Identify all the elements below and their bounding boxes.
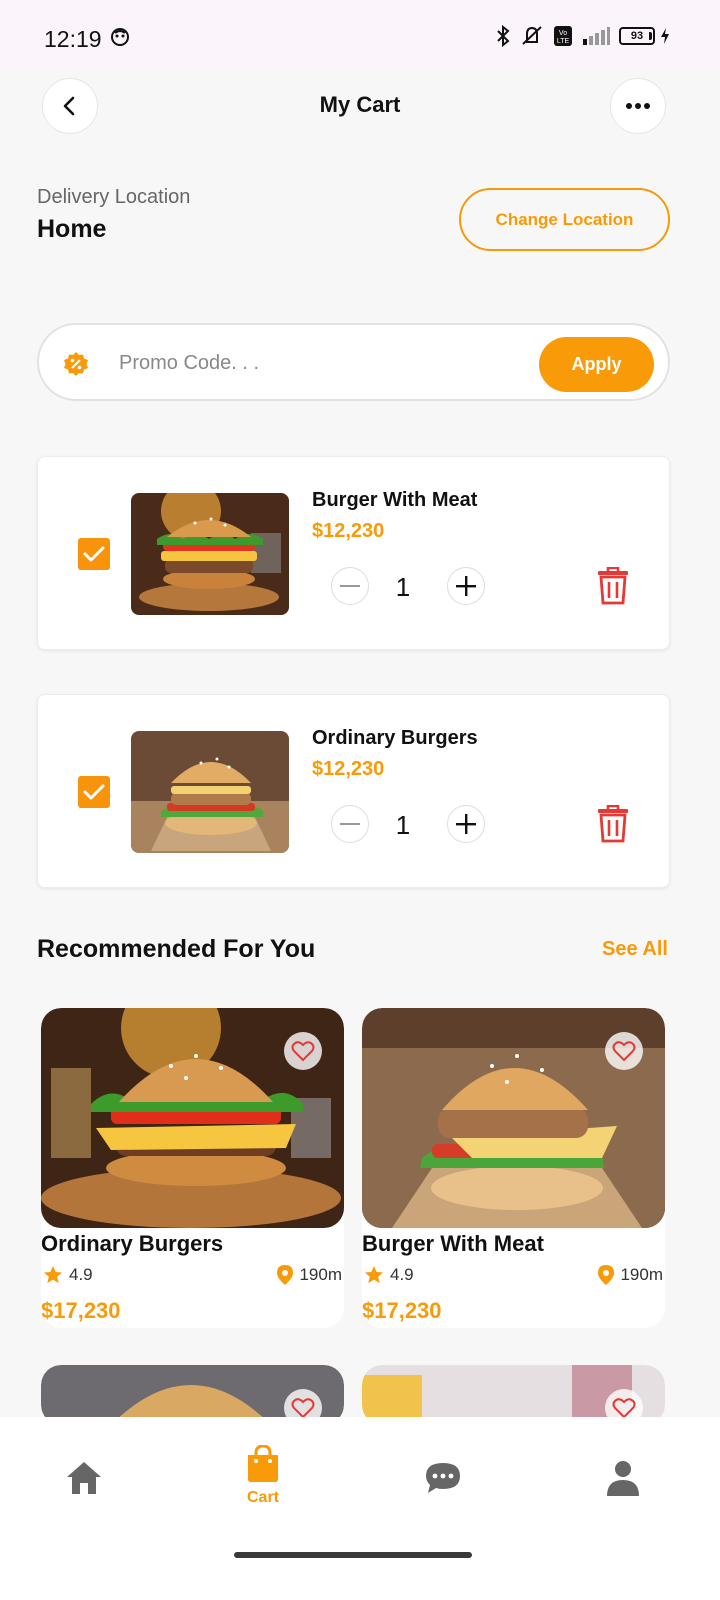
delivery-location-label: Delivery Location	[37, 186, 191, 208]
recommended-item-card[interactable]: Burger With Meat 4.9 190m $17,230	[362, 1008, 665, 1328]
minus-icon	[340, 585, 360, 587]
increase-quantity-button[interactable]	[447, 567, 485, 605]
recommended-item-card[interactable]	[41, 1365, 344, 1425]
change-location-button[interactable]: Change Location	[459, 188, 670, 251]
bluetooth-icon	[495, 24, 511, 48]
star-icon	[365, 1266, 383, 1283]
apply-button[interactable]: Apply	[539, 337, 654, 392]
favorite-button[interactable]	[605, 1032, 643, 1070]
cart-item-image	[131, 493, 289, 615]
heart-icon	[612, 1041, 636, 1062]
recommended-item-image	[362, 1365, 665, 1425]
charging-icon	[660, 24, 670, 48]
trash-icon	[598, 566, 628, 605]
nav-profile[interactable]	[573, 1459, 673, 1497]
bottom-navigation: Cart	[0, 1417, 720, 1600]
nav-cart[interactable]: Cart	[213, 1445, 313, 1507]
cart-item-image	[131, 731, 289, 853]
notification-icon	[110, 27, 130, 52]
nav-cart-label: Cart	[246, 1489, 279, 1506]
cart-item: Burger With Meat $12,230 1	[37, 456, 670, 650]
signal-icon	[581, 24, 611, 48]
cart-item: Ordinary Burgers $12,230 1	[37, 694, 670, 888]
rating-value: 4.9	[390, 1265, 414, 1284]
recommended-item-price: $17,230	[362, 1298, 442, 1323]
more-horizontal-icon	[626, 103, 650, 109]
chat-icon	[426, 1463, 460, 1493]
nav-messages[interactable]	[393, 1461, 493, 1495]
status-bar: 12:19 Vo LTE 93	[0, 0, 720, 68]
distance: 190m	[598, 1265, 663, 1285]
recommended-item-name: Ordinary Burgers	[41, 1231, 224, 1256]
recommended-item-price: $17,230	[41, 1298, 121, 1323]
increase-quantity-button[interactable]	[447, 805, 485, 843]
more-options-button[interactable]	[610, 78, 666, 134]
status-time: 12:19	[44, 26, 102, 52]
heart-icon	[291, 1398, 315, 1419]
distance-value: 190m	[620, 1265, 663, 1284]
rating-value: 4.9	[69, 1265, 93, 1284]
promo-code-bar: Apply	[37, 323, 670, 401]
recommended-item-card[interactable]: Ordinary Burgers 4.9 190m $17,230	[41, 1008, 344, 1328]
quantity-value: 1	[395, 810, 411, 840]
decrease-quantity-button[interactable]	[331, 805, 369, 843]
heart-icon	[612, 1398, 636, 1419]
discount-icon	[63, 351, 89, 382]
plus-icon	[456, 576, 476, 596]
rating: 4.9	[364, 1265, 414, 1285]
profile-icon	[607, 1461, 639, 1496]
see-all-link[interactable]: See All	[602, 938, 668, 961]
check-icon	[83, 546, 105, 562]
recommended-item-name: Burger With Meat	[362, 1231, 544, 1256]
minus-icon	[340, 823, 360, 825]
trash-icon	[598, 804, 628, 843]
recommended-item-image	[41, 1365, 344, 1425]
check-icon	[83, 784, 105, 800]
mute-icon	[519, 24, 545, 48]
cart-item-price: $12,230	[312, 758, 385, 780]
rating: 4.9	[43, 1265, 93, 1285]
battery-icon: 93	[619, 24, 655, 48]
decrease-quantity-button[interactable]	[331, 567, 369, 605]
cart-item-name: Burger With Meat	[312, 489, 478, 511]
delivery-location-value: Home	[37, 215, 107, 243]
recommended-item-image	[362, 1008, 665, 1228]
recommended-item-image	[41, 1008, 344, 1228]
cart-item-name: Ordinary Burgers	[312, 727, 478, 749]
cart-item-price: $12,230	[312, 520, 385, 542]
recommended-item-card[interactable]	[362, 1365, 665, 1425]
svg-text:LTE: LTE	[557, 38, 570, 45]
cart-item-checkbox[interactable]	[78, 776, 110, 808]
heart-icon	[291, 1041, 315, 1062]
cart-item-checkbox[interactable]	[78, 538, 110, 570]
location-pin-icon	[598, 1265, 615, 1285]
delete-button[interactable]	[596, 566, 630, 610]
bag-icon	[248, 1445, 278, 1482]
section-title: Recommended For You	[37, 935, 316, 963]
delete-button[interactable]	[596, 804, 630, 848]
volte-icon: Vo LTE	[553, 24, 573, 48]
svg-text:Vo: Vo	[559, 30, 567, 37]
home-icon	[67, 1462, 101, 1494]
distance: 190m	[277, 1265, 342, 1285]
location-pin-icon	[277, 1265, 294, 1285]
nav-home[interactable]	[34, 1459, 134, 1497]
quantity-value: 1	[395, 572, 411, 602]
favorite-button[interactable]	[284, 1032, 322, 1070]
promo-code-input[interactable]	[119, 343, 519, 383]
plus-icon	[456, 814, 476, 834]
home-indicator	[234, 1552, 472, 1558]
star-icon	[44, 1266, 62, 1283]
distance-value: 190m	[299, 1265, 342, 1284]
